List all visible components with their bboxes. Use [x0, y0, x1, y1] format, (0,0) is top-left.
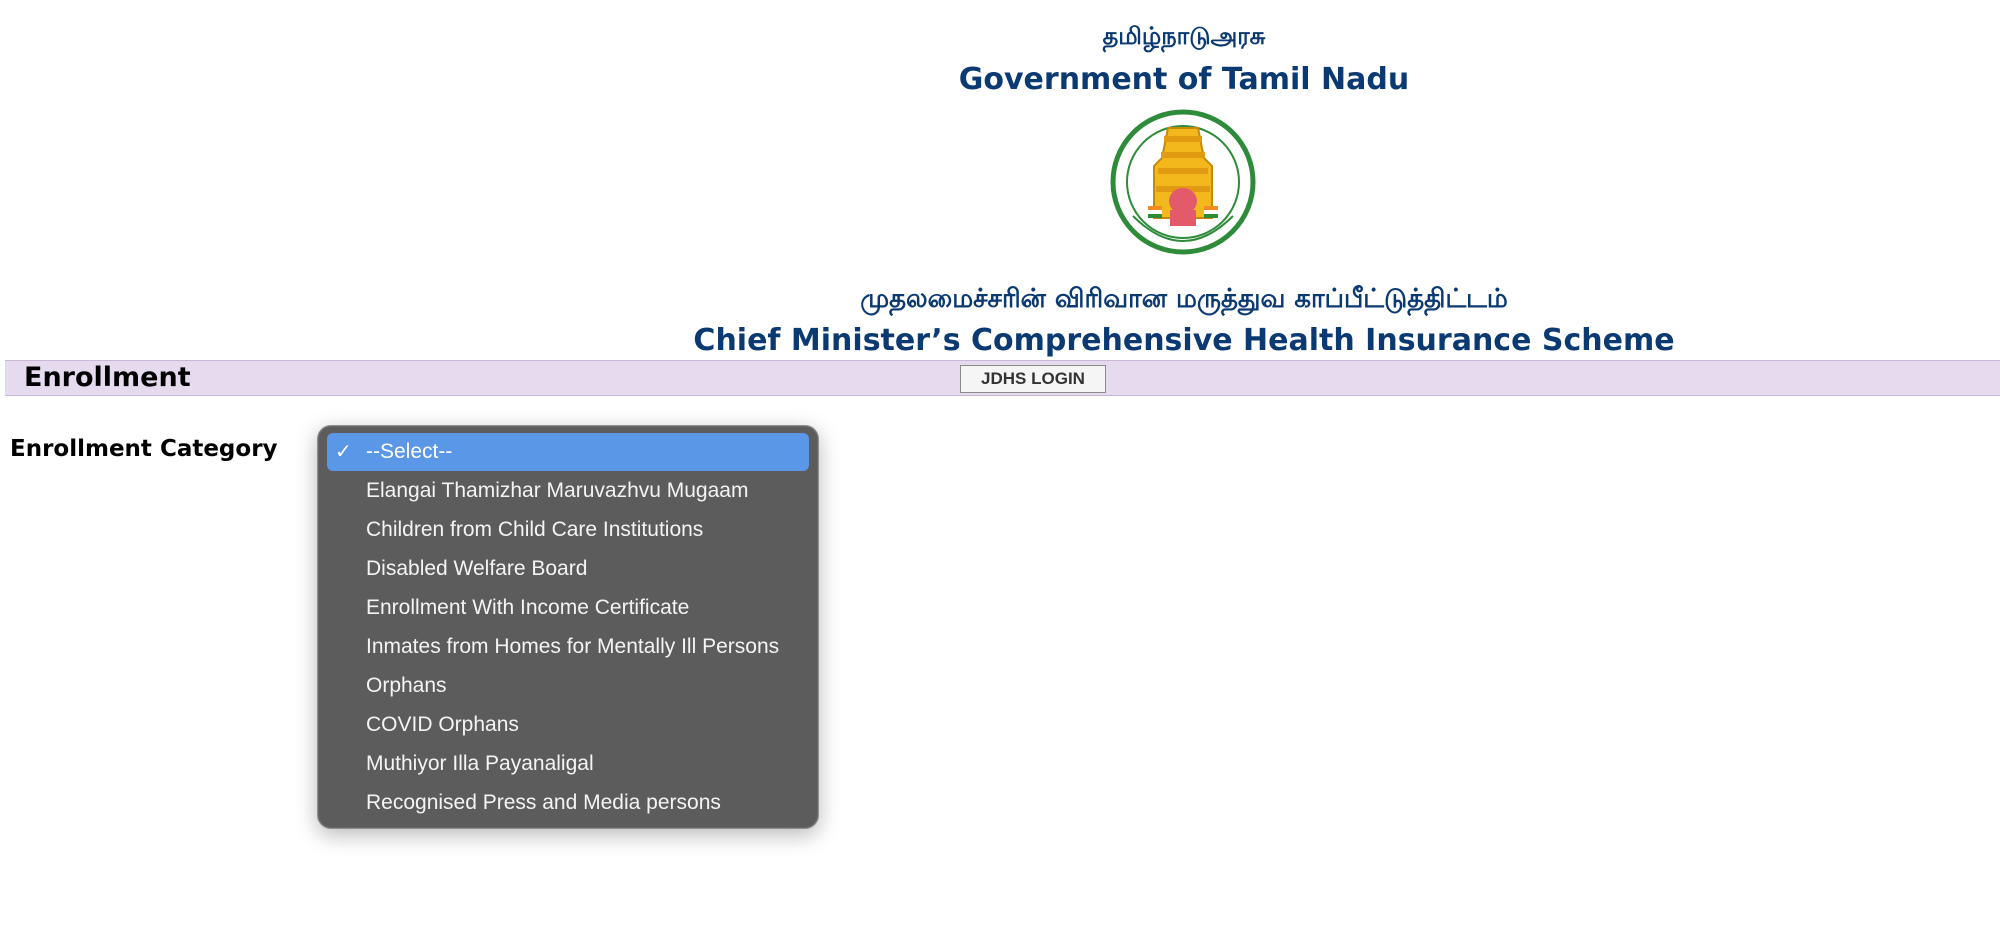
dropdown-option[interactable]: Muthiyor Illa Payanaligal: [327, 745, 809, 783]
enrollment-heading: Enrollment: [24, 362, 191, 393]
option-label: Inmates from Homes for Mentally Ill Pers…: [366, 635, 780, 658]
option-label: Elangai Thamizhar Maruvazhvu Mugaam: [366, 479, 749, 502]
enrollment-bar: Enrollment JDHS LOGIN: [5, 360, 2000, 396]
enrollment-category-label: Enrollment Category: [10, 436, 278, 462]
jdhs-login-button[interactable]: JDHS LOGIN: [960, 365, 1106, 393]
dropdown-option-select[interactable]: ✓ --Select--: [327, 433, 809, 471]
dropdown-option[interactable]: COVID Orphans: [327, 706, 809, 744]
scheme-name-title: Chief Minister’s Comprehensive Health In…: [693, 323, 1675, 358]
dropdown-option[interactable]: Inmates from Homes for Mentally Ill Pers…: [327, 628, 809, 666]
state-name-title: Government of Tamil Nadu: [958, 62, 1410, 97]
dropdown-option[interactable]: Elangai Thamizhar Maruvazhvu Mugaam: [327, 472, 809, 510]
option-label: Orphans: [366, 674, 447, 697]
dropdown-option[interactable]: Children from Child Care Institutions: [327, 511, 809, 549]
checkmark-icon: ✓: [335, 441, 352, 463]
option-label: COVID Orphans: [366, 713, 519, 736]
state-name-tamil: தமிழ்நாடுஅரசு: [1102, 22, 1266, 50]
enrollment-category-dropdown[interactable]: ✓ --Select-- Elangai Thamizhar Maruvazhv…: [317, 425, 819, 829]
dropdown-option[interactable]: Disabled Welfare Board: [327, 550, 809, 588]
dropdown-option[interactable]: Enrollment With Income Certificate: [327, 589, 809, 627]
dropdown-option[interactable]: Orphans: [327, 667, 809, 705]
tamil-nadu-emblem-icon: [1110, 109, 1256, 255]
option-label: Enrollment With Income Certificate: [366, 596, 690, 619]
option-label: --Select--: [366, 440, 453, 463]
option-label: Children from Child Care Institutions: [366, 518, 704, 541]
option-label: Muthiyor Illa Payanaligal: [366, 752, 594, 775]
option-label: Recognised Press and Media persons: [366, 791, 721, 814]
option-label: Disabled Welfare Board: [366, 557, 588, 580]
scheme-name-tamil: முதலமைச்சரின் விரிவான மருத்துவ காப்பீட்ட…: [860, 284, 1508, 314]
dropdown-option[interactable]: Recognised Press and Media persons: [327, 784, 809, 822]
